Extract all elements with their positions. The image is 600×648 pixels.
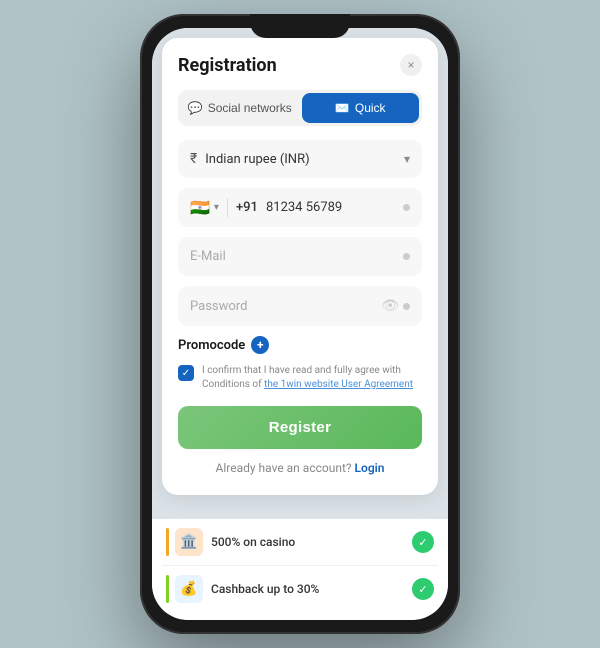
tab-social[interactable]: 💬 Social networks: [181, 93, 299, 123]
promo-cashback: 💰 Cashback up to 30% ✓: [162, 566, 438, 612]
password-dot-indicator: [403, 303, 410, 310]
modal-area: Registration × 💬 Social networks ✉️ Quic…: [152, 28, 448, 519]
promo-casino-text: 500% on casino: [211, 535, 412, 549]
flag-selector[interactable]: 🇮🇳 ▾: [190, 198, 228, 217]
email-input-row[interactable]: E-Mail: [178, 237, 422, 276]
checkmark-icon: ✓: [182, 368, 190, 379]
phone-screen: Registration × 💬 Social networks ✉️ Quic…: [152, 28, 448, 620]
password-placeholder: Password: [190, 299, 381, 314]
email-dot-indicator: [403, 253, 410, 260]
promo-cashback-check: ✓: [412, 578, 434, 600]
login-link[interactable]: Login: [355, 461, 385, 475]
modal-card: Registration × 💬 Social networks ✉️ Quic…: [162, 38, 438, 495]
social-label: Social networks: [208, 101, 292, 115]
register-button[interactable]: Register: [178, 406, 422, 449]
promo-casino-accent: [166, 528, 169, 556]
bottom-promo-area: 🏛️ 500% on casino ✓ 💰 Cashback up to 30%…: [152, 519, 448, 620]
social-icon: 💬: [188, 101, 203, 115]
currency-select[interactable]: ₹ Indian rupee (INR) ▾: [178, 140, 422, 178]
add-promocode-button[interactable]: +: [251, 336, 269, 354]
currency-left: ₹ Indian rupee (INR): [190, 151, 310, 167]
modal-header: Registration ×: [178, 54, 422, 76]
quick-label: Quick: [355, 101, 386, 115]
agreement-link[interactable]: the 1win website User Agreement: [264, 379, 413, 390]
tab-quick[interactable]: ✉️ Quick: [302, 93, 420, 123]
promocode-label: Promocode: [178, 338, 245, 353]
chevron-down-icon: ▾: [404, 152, 410, 166]
agreement-row: ✓ I confirm that I have read and fully a…: [178, 364, 422, 392]
promo-casino: 🏛️ 500% on casino ✓: [162, 519, 438, 566]
currency-value: Indian rupee (INR): [205, 152, 309, 167]
phone-prefix: +91: [236, 200, 258, 215]
agreement-text: I confirm that I have read and fully agr…: [202, 364, 422, 392]
login-prompt: Already have an account?: [216, 461, 352, 475]
flag-chevron-icon: ▾: [214, 202, 219, 213]
eye-icon: 👁: [381, 298, 399, 314]
phone-input-row: 🇮🇳 ▾ +91 81234 56789: [178, 188, 422, 227]
promo-casino-icon: 🏛️: [175, 528, 203, 556]
phone-dot-indicator: [403, 204, 410, 211]
phone-number-value[interactable]: 81234 56789: [266, 200, 395, 215]
password-input-row[interactable]: Password 👁: [178, 286, 422, 326]
agreement-checkbox[interactable]: ✓: [178, 365, 194, 381]
promo-cashback-icon: 💰: [175, 575, 203, 603]
phone-frame: Registration × 💬 Social networks ✉️ Quic…: [140, 14, 460, 634]
login-row: Already have an account? Login: [178, 461, 422, 475]
email-placeholder: E-Mail: [190, 249, 403, 264]
rupee-icon: ₹: [190, 151, 197, 167]
promo-cashback-accent: [166, 575, 169, 603]
promo-cashback-text: Cashback up to 30%: [211, 582, 412, 596]
tab-bar: 💬 Social networks ✉️ Quick: [178, 90, 422, 126]
close-button[interactable]: ×: [400, 54, 422, 76]
modal-title: Registration: [178, 55, 277, 76]
promo-casino-check: ✓: [412, 531, 434, 553]
flag-icon: 🇮🇳: [190, 198, 210, 217]
promocode-row: Promocode +: [178, 336, 422, 354]
quick-icon: ✉️: [335, 101, 350, 115]
phone-notch: [250, 14, 350, 38]
